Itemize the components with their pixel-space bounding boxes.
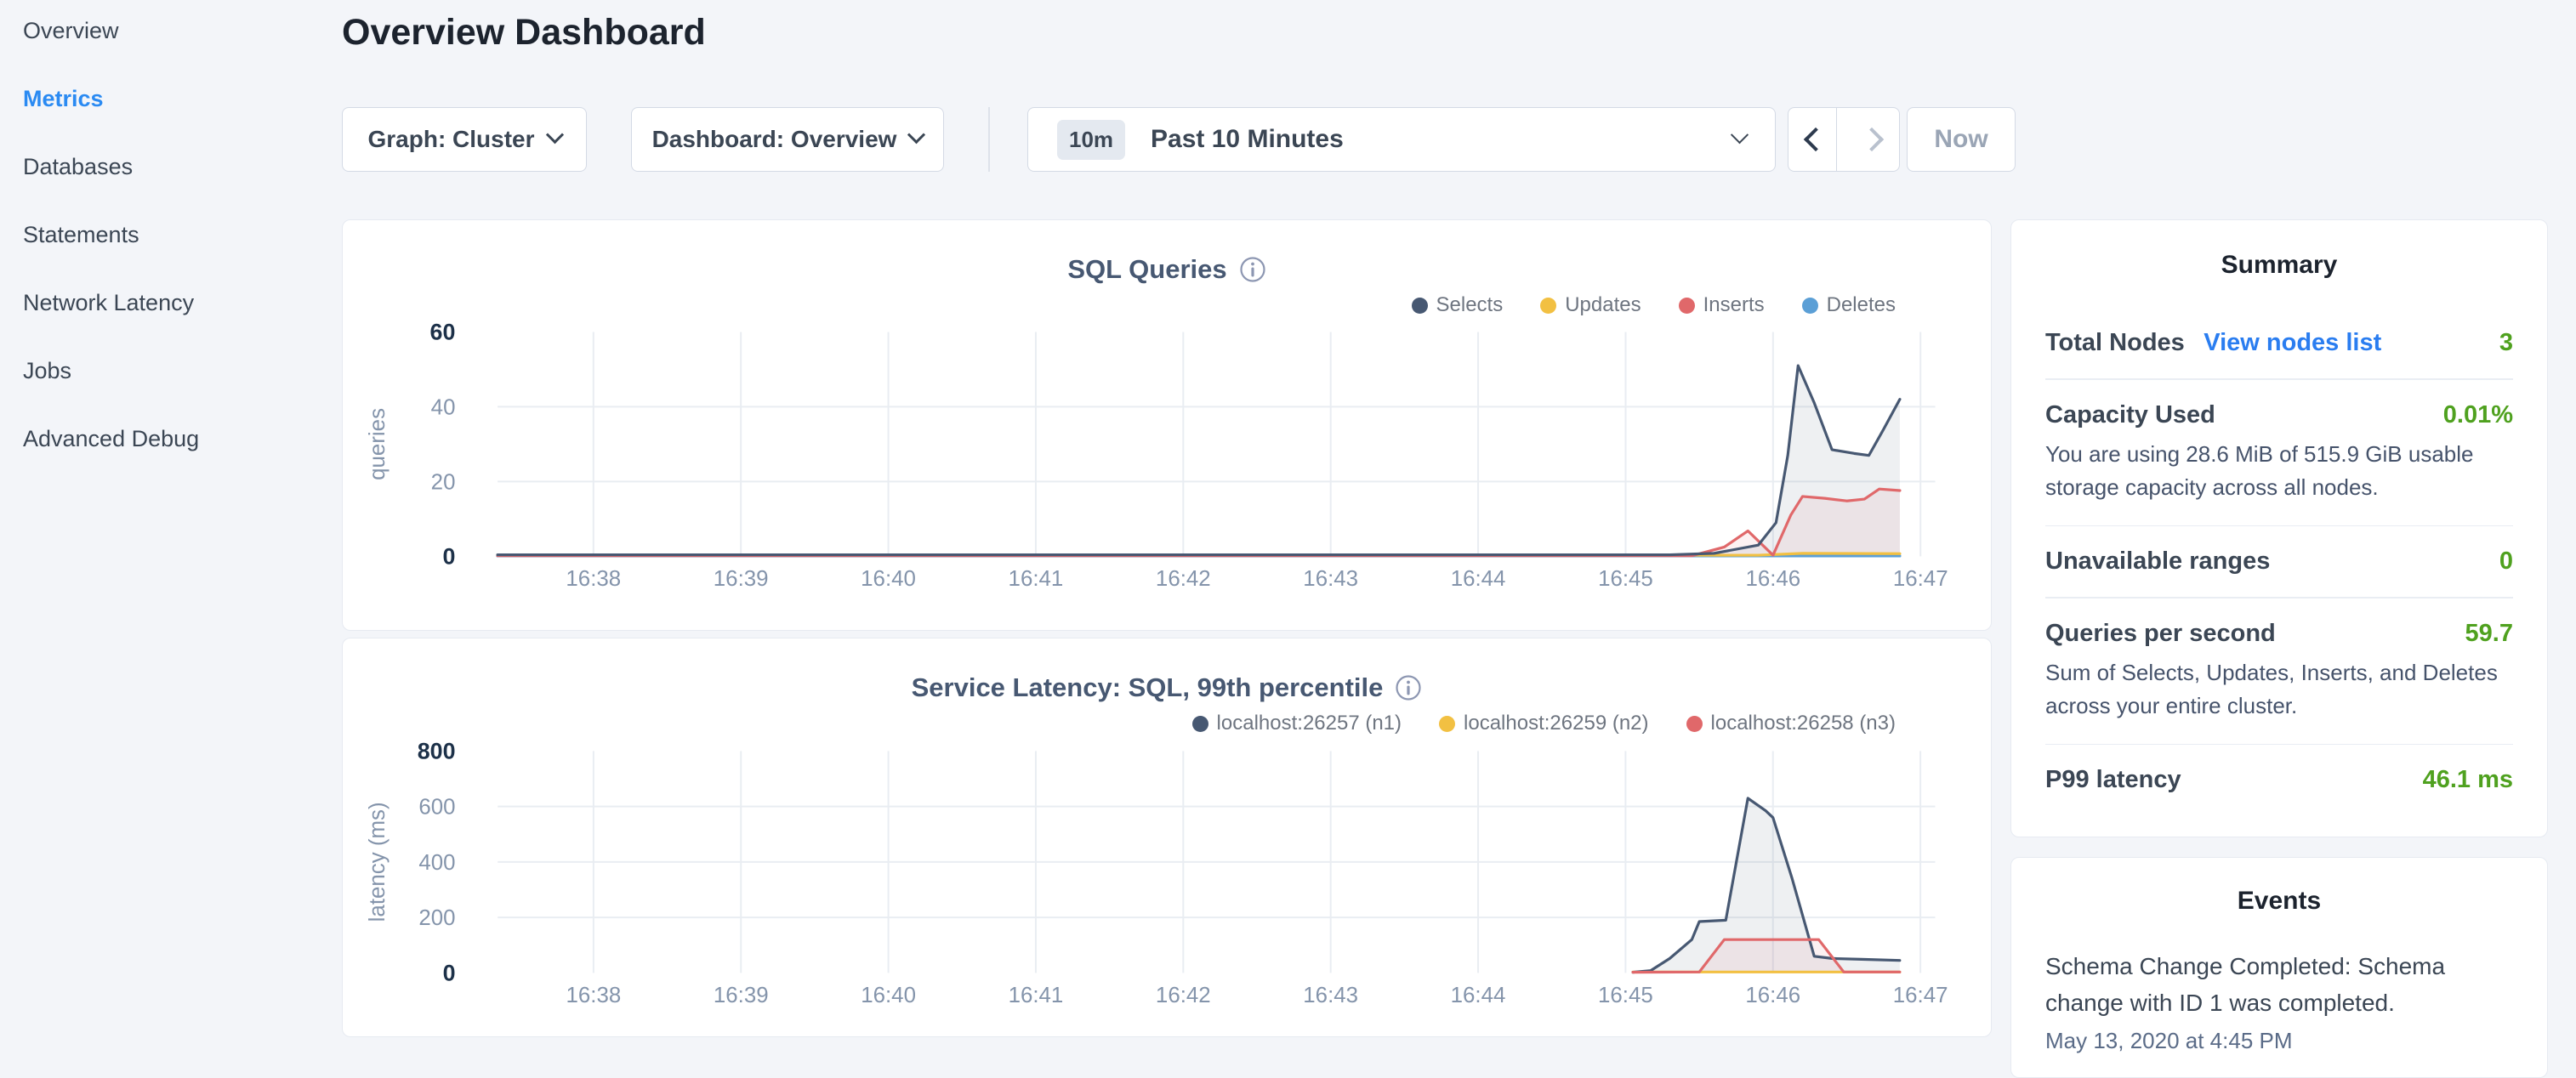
main-content: Overview Dashboard Graph: Cluster Dashbo… (342, 0, 1992, 1051)
toolbar-divider (988, 107, 990, 172)
svg-text:16:42: 16:42 (1156, 567, 1211, 591)
divider (2045, 525, 2513, 527)
sidebar-nav: Overview Metrics Databases Statements Networ… (0, 0, 340, 1051)
divider (2045, 378, 2513, 380)
svg-text:16:46: 16:46 (1745, 567, 1800, 591)
summary-row-value: 0.01% (2443, 401, 2513, 429)
summary-row-label: Queries per second (2045, 620, 2276, 648)
sql-queries-chart-card: SQL Queries SelectsUpdatesInsertsDeletes… (342, 219, 1992, 631)
summary-row-value: 46.1 ms (2423, 766, 2513, 794)
sidebar-item-advanced-debug[interactable]: Advanced Debug (23, 425, 340, 452)
svg-text:0: 0 (443, 543, 456, 569)
svg-text:16:43: 16:43 (1303, 567, 1358, 591)
summary-row-description: You are using 28.6 MiB of 515.9 GiB usab… (2045, 438, 2513, 504)
svg-text:20: 20 (431, 470, 456, 494)
svg-text:0: 0 (443, 960, 456, 985)
svg-text:16:45: 16:45 (1598, 567, 1653, 591)
sidebar-item-statements[interactable]: Statements (23, 221, 340, 248)
summary-panel: Summary Total Nodes View nodes list 3 Ca… (2010, 219, 2548, 837)
chevron-down-icon (545, 126, 563, 144)
sidebar-item-jobs[interactable]: Jobs (23, 357, 340, 384)
svg-text:16:39: 16:39 (714, 984, 769, 1007)
svg-text:16:47: 16:47 (1893, 567, 1948, 591)
summary-row-p99-latency: P99 latency 46.1 ms (2045, 766, 2513, 794)
summary-row-label: Unavailable ranges (2045, 548, 2270, 576)
events-title: Events (2045, 887, 2513, 916)
chevron-left-icon (1804, 128, 1828, 151)
summary-row-value: 3 (2499, 329, 2513, 357)
summary-row-queries-per-second: Queries per second 59.7 Sum of Selects, … (2045, 620, 2513, 723)
events-panel: Events Schema Change Completed: Schema c… (2010, 857, 2548, 1078)
svg-text:16:39: 16:39 (714, 567, 769, 591)
sql-queries-chart: 16:38 16:39 16:40 16:41 16:42 16:43 16:44 16:45… (343, 220, 1991, 630)
summary-row-label: P99 latency (2045, 766, 2181, 794)
service-latency-chart: 16:38 16:39 16:40 16:41 16:42 16:43 16:44 16:45… (343, 638, 1991, 1036)
svg-text:16:41: 16:41 (1009, 567, 1064, 591)
service-latency-chart-card: Service Latency: SQL, 99th percentile lo… (342, 638, 1992, 1037)
summary-row-capacity-used: Capacity Used 0.01% You are using 28.6 M… (2045, 401, 2513, 504)
divider (2045, 597, 2513, 599)
summary-row-label: Capacity Used (2045, 401, 2215, 429)
svg-text:16:40: 16:40 (861, 984, 916, 1007)
svg-text:16:44: 16:44 (1451, 984, 1506, 1007)
now-button[interactable]: Now (1907, 107, 2016, 172)
svg-text:16:38: 16:38 (566, 567, 621, 591)
time-range-label: Past 10 Minutes (1151, 125, 1720, 154)
time-range-select[interactable]: 10m Past 10 Minutes (1027, 107, 1776, 172)
summary-row-description: Sum of Selects, Updates, Inserts, and De… (2045, 656, 2513, 723)
now-button-label: Now (1934, 125, 1987, 154)
summary-row-value: 0 (2499, 548, 2513, 576)
svg-text:16:44: 16:44 (1451, 567, 1506, 591)
chevron-down-icon (1731, 126, 1749, 144)
toolbar: Graph: Cluster Dashboard: Overview 10m P… (342, 107, 2017, 172)
summary-row-total-nodes: Total Nodes View nodes list 3 (2045, 329, 2513, 357)
event-message: Schema Change Completed: Schema change w… (2045, 948, 2513, 1021)
svg-text:16:42: 16:42 (1156, 984, 1211, 1007)
svg-text:16:47: 16:47 (1893, 984, 1948, 1007)
svg-text:queries: queries (366, 408, 390, 480)
dashboard-dropdown[interactable]: Dashboard: Overview (631, 107, 944, 172)
chevron-right-icon (1859, 128, 1883, 151)
time-range-badge: 10m (1057, 120, 1125, 160)
svg-text:16:40: 16:40 (861, 567, 916, 591)
sidebar-list: Overview Metrics Databases Statements Networ… (23, 17, 340, 452)
view-nodes-list-link[interactable]: View nodes list (2204, 329, 2381, 356)
svg-text:60: 60 (430, 319, 456, 344)
event-list-item[interactable]: Schema Change Completed: Schema change w… (2045, 948, 2513, 1054)
chevron-down-icon (907, 126, 925, 144)
summary-row-value: 59.7 (2465, 620, 2513, 648)
summary-row-label: Total Nodes (2045, 329, 2185, 356)
summary-title: Summary (2045, 251, 2513, 280)
time-step-buttons (1788, 107, 1900, 172)
svg-text:16:45: 16:45 (1598, 984, 1653, 1007)
sidebar-item-databases[interactable]: Databases (23, 153, 340, 180)
divider (2045, 744, 2513, 746)
summary-row-unavailable-ranges: Unavailable ranges 0 (2045, 548, 2513, 576)
prev-time-button[interactable] (1788, 108, 1837, 171)
sidebar-item-metrics[interactable]: Metrics (23, 85, 340, 112)
svg-text:40: 40 (431, 395, 456, 419)
svg-text:16:38: 16:38 (566, 984, 621, 1007)
graph-dropdown[interactable]: Graph: Cluster (342, 107, 587, 172)
next-time-button[interactable] (1851, 108, 1899, 171)
sidebar-item-overview[interactable]: Overview (23, 17, 340, 44)
dashboard-dropdown-label: Dashboard: Overview (652, 126, 897, 153)
svg-text:800: 800 (418, 738, 456, 763)
svg-text:16:43: 16:43 (1303, 984, 1358, 1007)
svg-text:200: 200 (418, 906, 455, 930)
svg-text:16:46: 16:46 (1745, 984, 1800, 1007)
svg-text:16:41: 16:41 (1009, 984, 1064, 1007)
app-root: Overview Metrics Databases Statements Networ… (0, 0, 2576, 1051)
page-title: Overview Dashboard (342, 12, 706, 54)
svg-text:600: 600 (418, 796, 455, 820)
event-timestamp: May 13, 2020 at 4:45 PM (2045, 1028, 2513, 1054)
svg-text:latency (ms): latency (ms) (366, 802, 390, 922)
sidebar-item-network-latency[interactable]: Network Latency (23, 289, 340, 316)
svg-text:400: 400 (418, 851, 455, 875)
graph-dropdown-label: Graph: Cluster (367, 126, 534, 153)
